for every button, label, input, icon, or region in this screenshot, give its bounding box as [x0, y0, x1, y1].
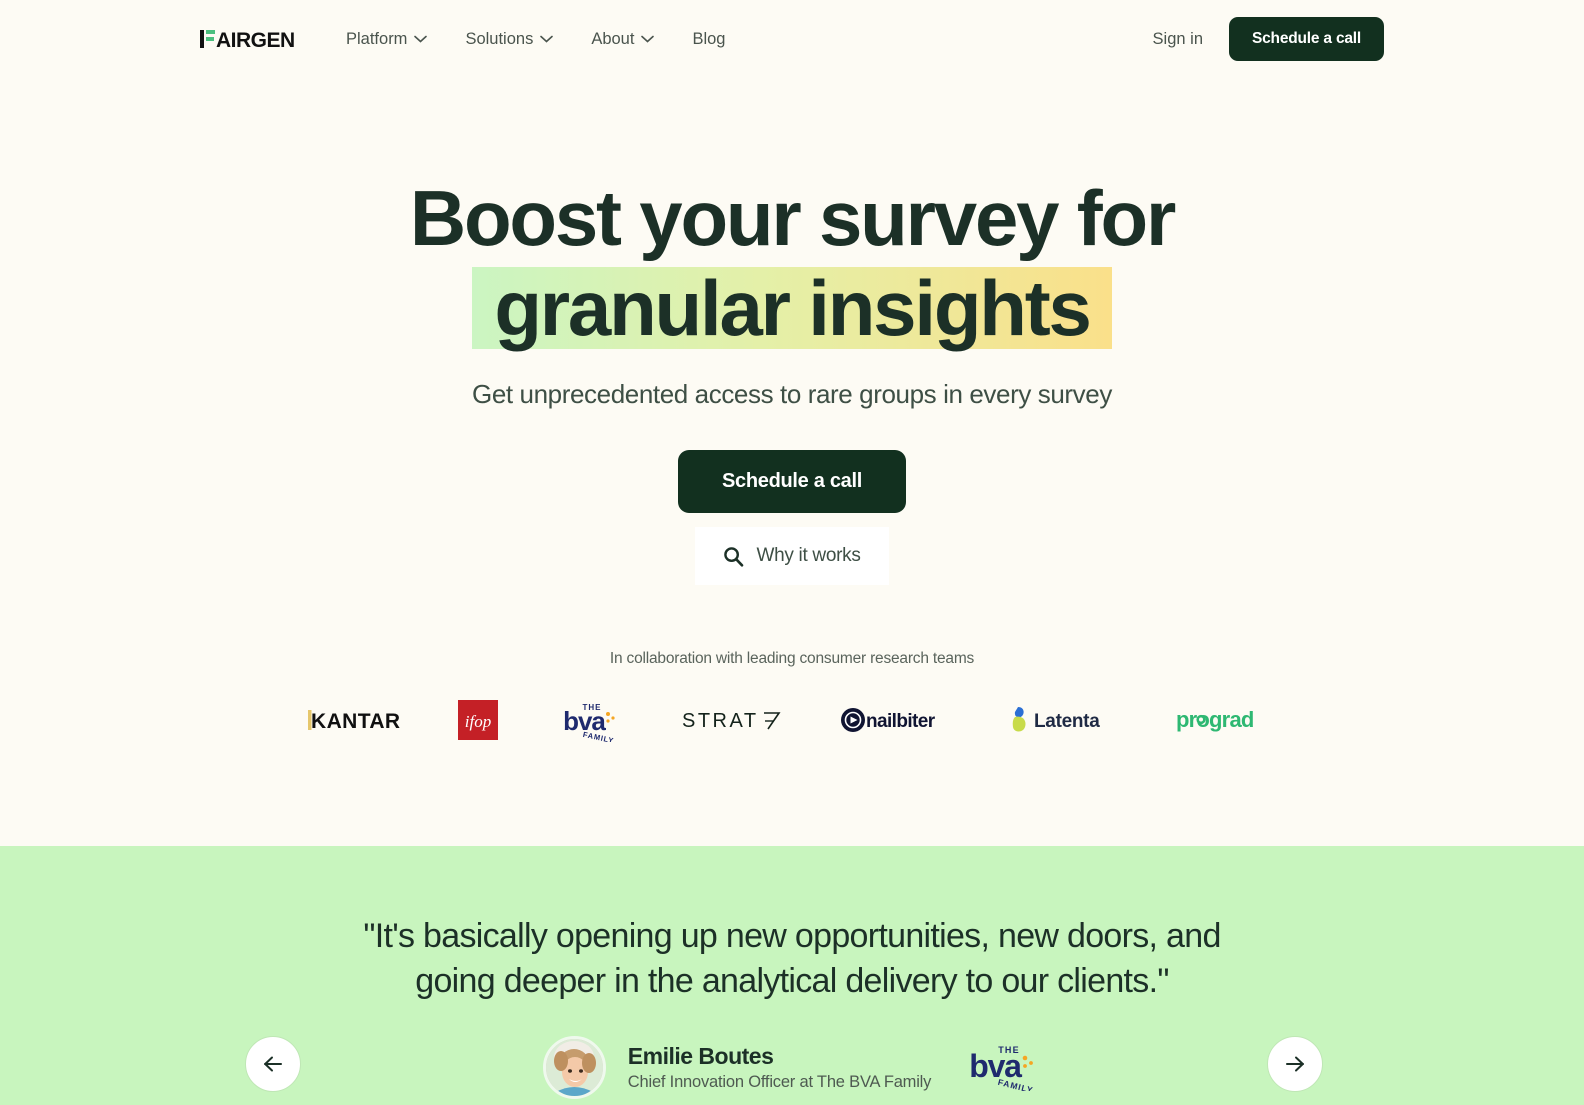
partner-logo-ifop: ifop [458, 700, 498, 740]
chevron-down-icon [641, 35, 655, 43]
testimonial-company-logo: THE bva FAMILY [965, 1039, 1041, 1096]
svg-text:Latenta: Latenta [1034, 711, 1100, 732]
svg-text:AIRGEN: AIRGEN [216, 29, 295, 50]
avatar [542, 1036, 606, 1099]
testimonial-author-text: Emilie Boutes Chief Innovation Officer a… [627, 1043, 932, 1092]
svg-text:STRAT: STRAT [682, 710, 759, 732]
partner-logos: KANTAR ifop THE bva FAMILY STRAT nailbit… [0, 698, 1584, 742]
hero-section: Boost your survey for granular insights … [0, 78, 1584, 742]
hero-schedule-call-button[interactable]: Schedule a call [677, 450, 906, 513]
svg-text:prograd: prograd [1176, 707, 1254, 732]
partner-logo-prograd: prograd [1176, 705, 1276, 735]
page-title: Boost your survey for granular insights [0, 173, 1584, 353]
nav-label-about: About [591, 29, 635, 48]
nav-item-platform[interactable]: Platform [346, 29, 428, 49]
testimonial-author-name: Emilie Boutes [627, 1043, 774, 1069]
latenta-logo-icon: Latenta [1012, 707, 1101, 732]
testimonial-author-role: Chief Innovation Officer at The BVA Fami… [627, 1073, 932, 1091]
svg-text:bva: bva [969, 1048, 1022, 1084]
svg-text:nailbiter: nailbiter [866, 711, 936, 732]
testimonial-section: "It's basically opening up new opportuni… [0, 846, 1584, 1105]
nailbiter-logo-icon: nailbiter [841, 708, 936, 732]
nav-label-solutions: Solutions [465, 29, 534, 48]
fairgen-logo-mark: AIRGEN [200, 29, 295, 50]
headline-highlight: granular insights [472, 267, 1112, 349]
bva-family-logo-icon: THE bva FAMILY [563, 703, 615, 742]
arrow-right-icon [1286, 1056, 1304, 1072]
chevron-down-icon [540, 35, 554, 43]
nav-item-blog[interactable]: Blog [692, 30, 725, 49]
ifop-logo-icon: ifop [458, 700, 498, 740]
headline-line-1: Boost your survey for [409, 174, 1177, 262]
partner-logo-bva: THE bva FAMILY [556, 698, 624, 742]
partner-logo-kantar: KANTAR [308, 707, 400, 733]
why-it-works-wrapper: Why it works [0, 513, 1584, 585]
testimonial-author-row: Emilie Boutes Chief Innovation Officer a… [0, 1036, 1584, 1099]
hero-subtitle: Get unprecedented access to rare groups … [472, 379, 1112, 409]
chevron-down-icon [414, 35, 428, 43]
nav-item-about[interactable]: About [591, 29, 655, 49]
arrow-left-icon [264, 1056, 282, 1072]
avatar-photo [545, 1039, 603, 1096]
sign-in-link[interactable]: Sign in [1153, 30, 1203, 49]
nav-label-platform: Platform [346, 29, 408, 48]
partner-logo-nailbiter: nailbiter [840, 705, 952, 735]
partner-logo-strat7: STRAT [682, 707, 782, 733]
svg-text:ifop: ifop [465, 712, 491, 731]
fairgen-logo[interactable]: AIRGEN [200, 28, 308, 50]
kantar-logo-icon: KANTAR [308, 710, 400, 733]
svg-text:KANTAR: KANTAR [311, 710, 400, 733]
partner-logo-latenta: Latenta [1010, 703, 1118, 737]
main-nav: Platform Solutions About Blog [346, 30, 725, 49]
site-header: AIRGEN Platform Solutions About Blog Sig… [0, 0, 1584, 78]
why-it-works-label: Why it works [756, 545, 861, 566]
bva-family-logo-icon: THE bva FAMILY [969, 1045, 1034, 1095]
header-schedule-call-button[interactable]: Schedule a call [1229, 17, 1384, 61]
why-it-works-button[interactable]: Why it works [695, 527, 889, 585]
carousel-next-button[interactable] [1267, 1036, 1323, 1092]
nav-label-blog: Blog [692, 29, 726, 48]
testimonial-quote: "It's basically opening up new opportuni… [363, 917, 1221, 1000]
strat7-logo-icon: STRAT [682, 710, 781, 732]
landing-page: AIRGEN Platform Solutions About Blog Sig… [0, 0, 1584, 1105]
collaboration-caption: In collaboration with leading consumer r… [609, 650, 975, 667]
nav-item-solutions[interactable]: Solutions [465, 29, 554, 49]
prograd-logo-icon: prograd [1176, 707, 1254, 732]
header-actions: Sign in Schedule a call [1153, 17, 1384, 61]
carousel-prev-button[interactable] [245, 1036, 301, 1092]
search-icon [724, 546, 744, 567]
